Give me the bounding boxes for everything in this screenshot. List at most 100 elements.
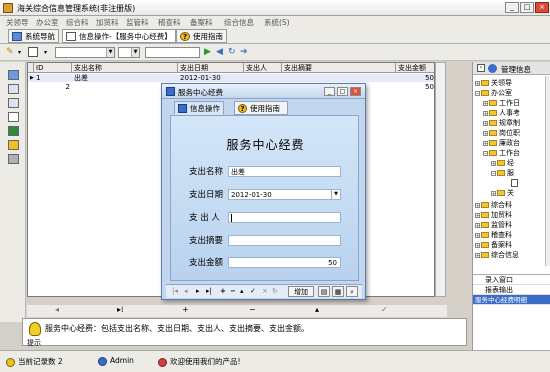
menu-item-processing[interactable]: 加贸科 — [96, 17, 119, 28]
chevron-down-icon[interactable]: ▼ — [106, 48, 114, 57]
cell-id[interactable]: 2 — [34, 83, 70, 91]
tree-node[interactable]: − 办公室 — [475, 89, 512, 98]
tree-node[interactable]: + 规章制 — [483, 119, 520, 128]
save-icon[interactable]: ▦ — [332, 286, 344, 297]
last-record-icon[interactable]: ✓ — [381, 305, 388, 314]
tree-node[interactable]: + 加贸科 — [475, 211, 512, 220]
list-item-expense-detail[interactable]: 服务中心经费明细 — [473, 295, 550, 305]
tree-node[interactable]: + 综合信息 — [475, 251, 519, 260]
last-record-icon[interactable]: ▸| — [206, 286, 212, 297]
tree-node[interactable]: + 廉政台 — [483, 139, 520, 148]
expense-person-field[interactable] — [228, 212, 341, 223]
expand-icon[interactable]: + — [483, 110, 488, 116]
play-icon[interactable]: ▶ — [204, 47, 211, 58]
refresh-icon[interactable]: ↻ — [228, 47, 236, 58]
tab-navigation[interactable]: 系统导航 — [8, 29, 59, 43]
cell-id[interactable]: 1 — [34, 74, 40, 82]
delete-record-icon[interactable]: − — [249, 305, 256, 314]
prev-record-icon[interactable]: ▸⁞ — [117, 305, 124, 314]
chevron-down-icon[interactable]: ▼ — [331, 190, 340, 199]
tree-node[interactable]: + 岗位职 — [483, 129, 520, 138]
refresh-record-icon[interactable]: ↻ — [272, 286, 278, 297]
expand-icon[interactable]: + — [483, 140, 488, 146]
first-record-icon[interactable]: |◂ — [172, 286, 178, 297]
tree-node[interactable]: + 关 — [491, 189, 514, 198]
col-header-name[interactable]: 支出名称 — [72, 63, 178, 73]
page-icon[interactable] — [8, 112, 19, 122]
first-record-icon[interactable]: ◂ — [55, 305, 59, 314]
grid-scrollbar[interactable] — [435, 62, 446, 297]
form-icon[interactable] — [8, 70, 19, 80]
tree-node[interactable]: + 稽查科 — [475, 231, 512, 240]
tree-scrollbar[interactable] — [545, 76, 550, 266]
tools-icon[interactable] — [8, 140, 19, 150]
next-record-icon[interactable]: ▴ — [315, 305, 319, 314]
tree-node[interactable]: + 备案科 — [475, 241, 512, 250]
dialog-minimize-button[interactable]: _ — [324, 87, 335, 96]
edit-icon[interactable] — [8, 98, 19, 108]
cell-name[interactable]: 出差 — [72, 74, 88, 82]
col-header-summary[interactable]: 支出摘要 — [282, 63, 396, 73]
menu-item-supervision[interactable]: 监管科 — [126, 17, 149, 28]
field-select[interactable]: ▼ — [55, 47, 115, 58]
forward-icon[interactable]: ➔ — [240, 47, 248, 58]
list-item-report-output[interactable]: 报表输出 — [473, 285, 550, 295]
expense-summary-field[interactable] — [228, 235, 341, 246]
search-icon[interactable]: ⌕ — [346, 286, 358, 297]
cell-date[interactable]: 2012-01-30 — [178, 74, 221, 82]
tree-node-leaf[interactable] — [511, 179, 518, 188]
expense-date-field[interactable]: 2012-01-30 ▼ — [228, 189, 341, 200]
menu-item-filing[interactable]: 备案科 — [190, 17, 213, 28]
tree-node[interactable]: + 综合科 — [475, 201, 512, 210]
confirm-record-icon[interactable]: ✓ — [250, 286, 256, 297]
dropdown-arrow-icon[interactable]: ▾ — [18, 47, 21, 58]
expand-icon[interactable]: + — [483, 130, 488, 136]
add-record-icon[interactable]: + — [182, 305, 189, 314]
edit-record-icon[interactable]: ▴ — [240, 286, 244, 297]
collapse-icon[interactable]: − — [475, 90, 480, 96]
cancel-record-icon[interactable]: × — [262, 286, 268, 297]
expand-icon[interactable]: + — [475, 232, 480, 238]
nav-tree[interactable]: + 关领导 − 办公室 + 工作日 + 人事考 + 规章制 + 岗位职 + 廉政台 − 工作台 … — [473, 76, 545, 264]
delete-record-icon[interactable]: − — [230, 286, 236, 297]
collapse-icon[interactable]: − — [491, 170, 496, 176]
tree-node[interactable]: − 工作台 — [483, 149, 520, 158]
expand-icon[interactable]: + — [483, 100, 488, 106]
menu-item-system[interactable]: 系统(S) — [264, 17, 290, 28]
expand-icon[interactable]: + — [475, 80, 480, 86]
menu-item-office[interactable]: 办公室 — [36, 17, 59, 28]
expand-icon[interactable]: + — [475, 242, 480, 248]
tree-node[interactable]: − 服 — [491, 169, 514, 178]
filter-value-input[interactable] — [145, 47, 200, 58]
dialog-tab-user-guide[interactable]: ? 使用指南 — [234, 101, 288, 115]
tree-node[interactable]: + 监管科 — [475, 221, 512, 230]
back-icon[interactable]: ◀ — [216, 47, 223, 58]
cell-amount[interactable]: 50 — [396, 74, 434, 82]
col-header-id[interactable]: ID — [34, 63, 72, 73]
tree-node[interactable]: + 工作日 — [483, 99, 520, 108]
prev-record-icon[interactable]: ◂ — [184, 286, 188, 297]
minimize-button[interactable]: _ — [505, 2, 519, 13]
tree-node[interactable]: + 经 — [491, 159, 514, 168]
trash-icon[interactable] — [8, 154, 19, 164]
dialog-close-button[interactable]: × — [350, 87, 361, 96]
expand-icon[interactable]: + — [491, 190, 496, 196]
expand-icon[interactable]: + — [475, 252, 480, 258]
expand-icon[interactable]: + — [483, 120, 488, 126]
tab-info-operation[interactable]: 信息操作-【服务中心经费】 — [62, 29, 176, 43]
expense-amount-field[interactable]: 50 — [228, 257, 341, 268]
expand-icon[interactable]: + — [475, 222, 480, 228]
dropdown-arrow-icon[interactable]: ▾ — [44, 47, 47, 58]
tree-node[interactable]: + 关领导 — [475, 79, 512, 88]
maximize-button[interactable]: □ — [520, 2, 534, 13]
menu-item-audit[interactable]: 稽查科 — [158, 17, 181, 28]
tab-user-guide[interactable]: ? 使用指南 — [176, 29, 227, 43]
excel-icon[interactable] — [8, 126, 19, 136]
operator-select[interactable]: ▼ — [118, 47, 140, 58]
tree-node[interactable]: + 人事考 — [483, 109, 520, 118]
collapse-icon[interactable]: ‹ — [477, 64, 485, 72]
expense-name-field[interactable]: 出差 — [228, 166, 341, 177]
dialog-maximize-button[interactable]: □ — [337, 87, 348, 96]
add-record-icon[interactable]: + — [220, 286, 226, 297]
chevron-down-icon[interactable]: ▼ — [131, 48, 139, 57]
